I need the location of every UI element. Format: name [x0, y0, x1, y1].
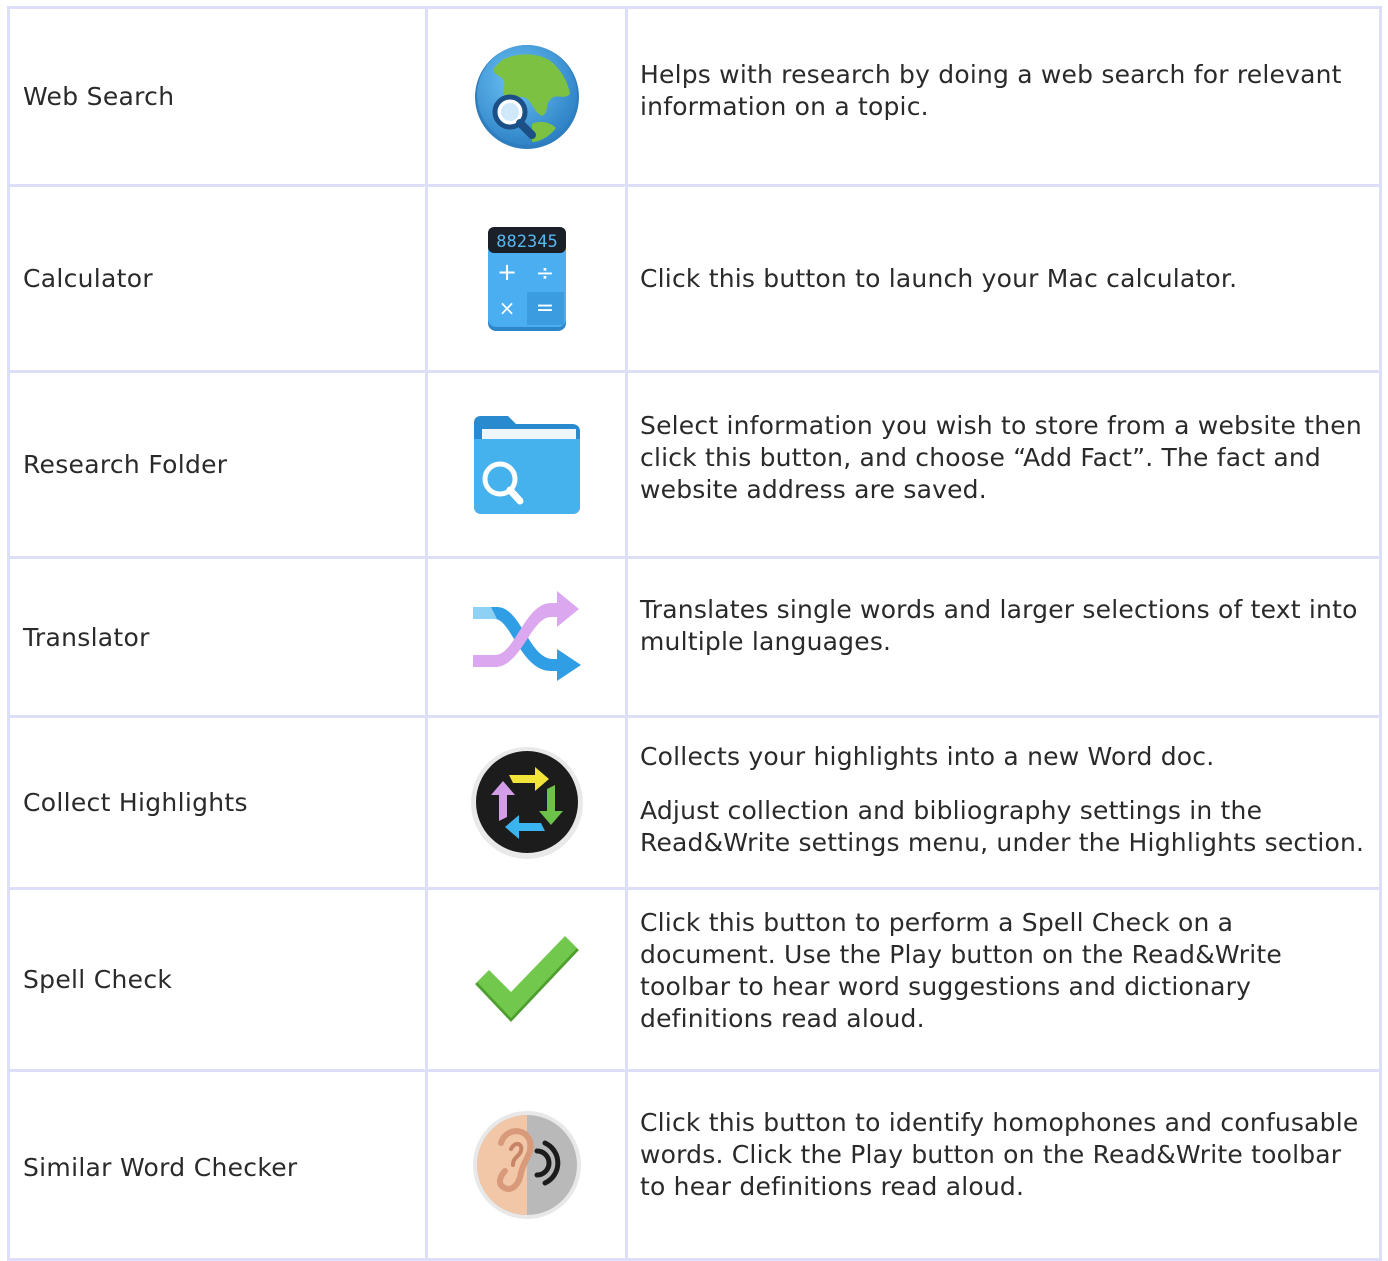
icon-cell: [425, 715, 628, 890]
similar-word-checker-icon[interactable]: [471, 1109, 583, 1221]
calculator-icon[interactable]: 882345 + ÷ × =: [487, 226, 567, 332]
research-folder-icon[interactable]: [472, 415, 582, 515]
feature-name: Collect Highlights: [7, 715, 428, 890]
spell-check-icon[interactable]: [473, 934, 581, 1026]
icon-cell: [425, 887, 628, 1072]
feature-name: Web Search: [7, 6, 428, 187]
table-row: Web Search Helps with research by doing …: [7, 6, 1382, 187]
icon-cell: [425, 556, 628, 718]
features-table: Web Search Helps with research by doing …: [7, 6, 1382, 1261]
table-row: Translator Translates single words and l…: [7, 556, 1382, 718]
feature-description: Select information you wish to store fro…: [625, 370, 1382, 559]
feature-description: Click this button to perform a Spell Che…: [625, 887, 1382, 1072]
description-text: Collects your highlights into a new Word…: [640, 741, 1215, 771]
translator-icon[interactable]: [471, 589, 583, 685]
svg-text:+: +: [496, 258, 516, 286]
description-text: Translates single words and larger selec…: [640, 595, 1358, 656]
table-row: Collect Highlights Collects your highlig…: [7, 715, 1382, 890]
web-search-icon[interactable]: [472, 42, 582, 152]
svg-text:×: ×: [498, 296, 515, 320]
icon-cell: 882345 + ÷ × =: [425, 184, 628, 373]
icon-cell: [425, 6, 628, 187]
table-row: Spell Check Click this button to perform…: [7, 887, 1382, 1072]
feature-description: Collects your highlights into a new Word…: [625, 715, 1382, 890]
svg-text:÷: ÷: [535, 261, 553, 286]
description-text: Click this button to launch your Mac cal…: [640, 263, 1238, 293]
description-text: Helps with research by doing a web searc…: [640, 59, 1342, 121]
feature-name: Similar Word Checker: [7, 1069, 428, 1261]
description-text: Click this button to perform a Spell Che…: [640, 907, 1282, 1033]
icon-cell: [425, 1069, 628, 1261]
svg-text:=: =: [535, 296, 553, 321]
table-row: Calculator 882345 + ÷ × = Click this but…: [7, 184, 1382, 373]
feature-description: Helps with research by doing a web searc…: [625, 6, 1382, 187]
description-text: Click this button to identify homophones…: [640, 1108, 1359, 1201]
feature-name: Research Folder: [7, 370, 428, 559]
feature-description: Click this button to identify homophones…: [625, 1069, 1382, 1261]
feature-description: Click this button to launch your Mac cal…: [625, 184, 1382, 373]
table-row: Research Folder Select information you w…: [7, 370, 1382, 559]
collect-highlights-icon[interactable]: [469, 745, 585, 861]
feature-name: Translator: [7, 556, 428, 718]
feature-name: Spell Check: [7, 887, 428, 1072]
description-text: Adjust collection and bibliography setti…: [640, 795, 1365, 857]
calculator-display: 882345: [496, 232, 557, 252]
feature-name: Calculator: [7, 184, 428, 373]
icon-cell: [425, 370, 628, 559]
feature-description: Translates single words and larger selec…: [625, 556, 1382, 718]
description-text: Select information you wish to store fro…: [640, 410, 1362, 504]
table-row: Similar Word Checker Click this button t: [7, 1069, 1382, 1261]
